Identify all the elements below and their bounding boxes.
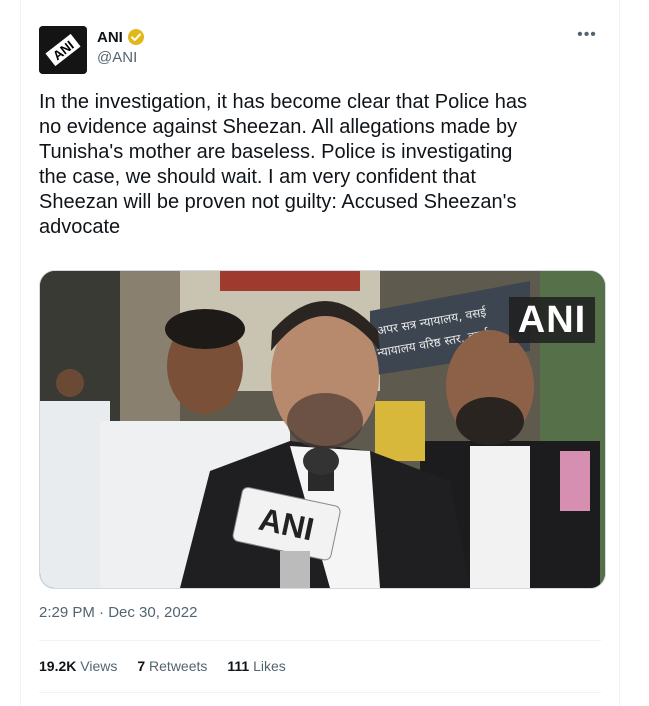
- views-label: Views: [80, 658, 118, 674]
- likes-stat[interactable]: 111 Likes: [227, 658, 285, 674]
- ani-watermark: ANI: [509, 297, 595, 343]
- retweets-count: 7: [137, 658, 146, 674]
- more-options-icon[interactable]: •••: [575, 27, 599, 48]
- views-stat[interactable]: 19.2K Views: [39, 658, 117, 674]
- divider: [39, 640, 601, 641]
- retweets-label: Retweets: [149, 658, 208, 674]
- tweet-timestamp[interactable]: 2:29 PM · Dec 30, 2022: [39, 604, 197, 621]
- verified-badge-icon: [127, 28, 145, 46]
- tweet-text: In the investigation, it has become clea…: [39, 91, 528, 238]
- author-handle[interactable]: @ANI: [97, 49, 145, 66]
- likes-count: 111: [227, 658, 250, 674]
- tweet-media-image[interactable]: अपर सत्र न्यायालय, वसई न्यायालय वरिष्ठ स…: [39, 270, 606, 589]
- author-name[interactable]: ANI: [97, 29, 123, 46]
- divider: [39, 692, 601, 693]
- tweet-stats: 19.2K Views 7 Retweets 111 Likes: [39, 658, 286, 674]
- likes-label: Likes: [253, 658, 286, 674]
- author-info: ANI @ANI: [97, 28, 145, 66]
- views-count: 19.2K: [39, 658, 77, 674]
- tweet-header: ANI ANI @ANI •••: [37, 26, 603, 74]
- avatar[interactable]: ANI: [39, 26, 87, 74]
- retweets-stat[interactable]: 7 Retweets: [137, 658, 207, 674]
- tweet-card: ANI ANI @ANI ••• In the investigation, i…: [20, 0, 620, 706]
